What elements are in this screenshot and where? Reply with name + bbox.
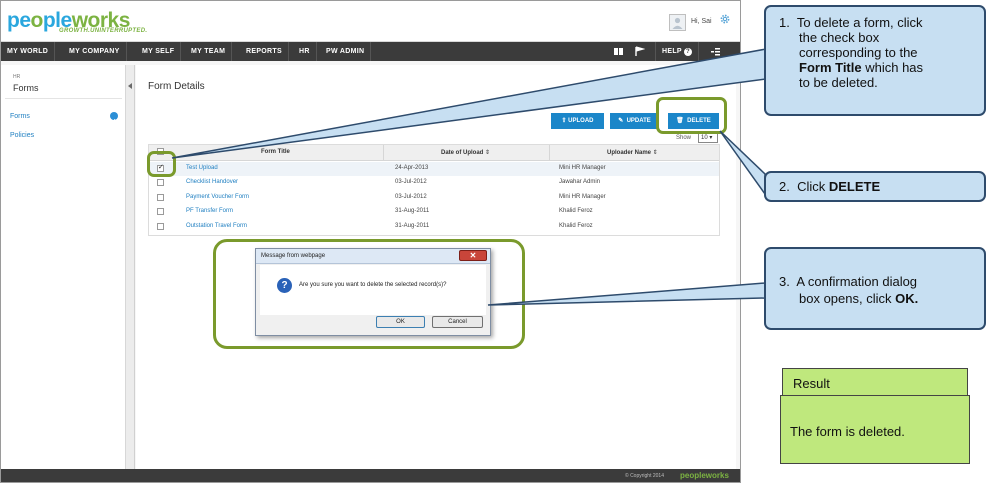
callout-step-1: 1. To delete a form, click the check box… [764,5,986,116]
callout-step-2: 2. Click DELETE [764,171,986,202]
callout-step-3: 3. A confirmation dialog box opens, clic… [764,247,986,330]
callout-step-3-text: 3. A confirmation dialog box opens, clic… [779,274,919,306]
callout-step-2-text: 2. Click DELETE [779,179,881,194]
callout-pointer-3 [487,282,766,306]
callout-step-1-text: 1. To delete a form, click the check box… [779,15,924,90]
callout-pointer-2 [719,130,766,197]
result-text: The form is deleted. [780,395,970,464]
callout-pointer-1 [171,48,767,159]
result-heading: Result [782,368,968,396]
